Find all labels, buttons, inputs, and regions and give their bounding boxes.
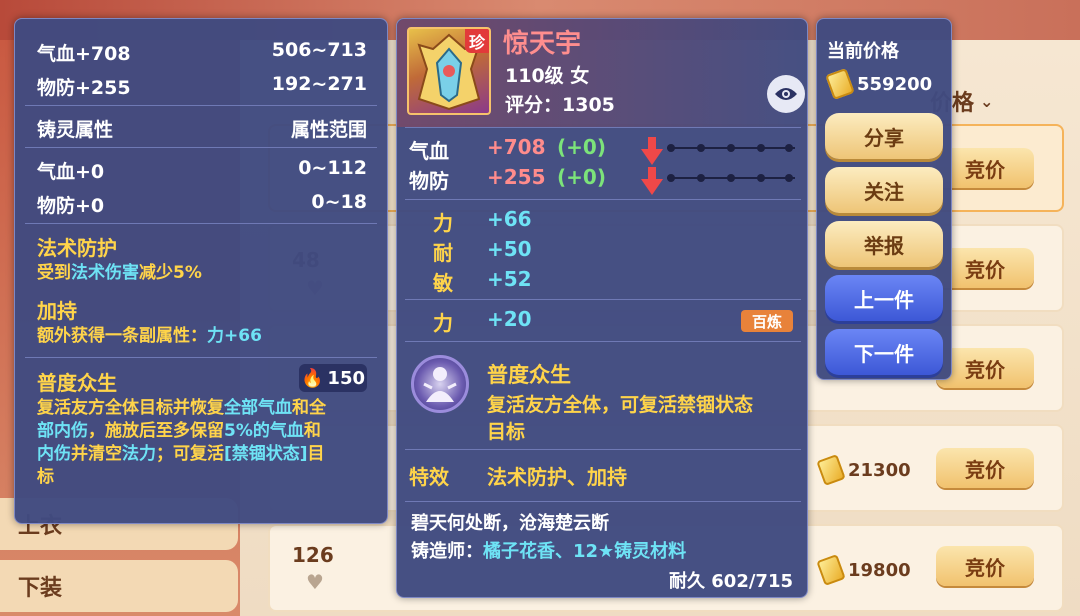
divider (25, 105, 377, 106)
item-name: 惊天宇 (503, 29, 582, 59)
stat-slider[interactable] (667, 144, 795, 152)
action-panel: 当前价格 559200 分享 关注 举报 上一件 下一件 (816, 18, 952, 380)
listing-price: 19800 (816, 550, 930, 590)
share-button[interactable]: 分享 (825, 113, 943, 159)
eye-icon[interactable] (767, 75, 805, 113)
skill-cost-badge: 🔥 150 (299, 364, 367, 392)
skill-desc: 目标 (487, 421, 526, 443)
effect-desc: 额外获得一条副属性：力+66 (37, 326, 262, 346)
divider (405, 199, 801, 200)
bid-button[interactable]: 竞价 (936, 546, 1034, 586)
divider (25, 223, 377, 224)
next-item-button[interactable]: 下一件 (825, 329, 943, 375)
special-label: 特效 (409, 465, 449, 489)
extra-attr-label: 力 (433, 311, 453, 335)
listing-price: 21300 (816, 450, 930, 490)
gold-coin-icon (816, 554, 846, 586)
item-level: 110级 女 (505, 65, 590, 87)
skill-desc: 复活友方全体，可复活禁锢状态 (487, 394, 754, 416)
report-button[interactable]: 举报 (825, 221, 943, 267)
effect-title: 加持 (37, 299, 77, 323)
rare-tag: 珍 (465, 29, 489, 53)
category-item-bottom[interactable]: 下装 (0, 560, 238, 612)
price-label: 当前价格 (827, 41, 899, 62)
arrow-down-icon (641, 167, 663, 195)
fire-icon: 🔥 (301, 367, 324, 389)
price-sort-header[interactable]: 价格 ⌄ (930, 82, 1080, 120)
special-value: 法术防护、加持 (487, 465, 627, 489)
base-attr-row: 物防+255 192~271 (37, 73, 367, 99)
stat-slider[interactable] (667, 174, 795, 182)
skill-name: 普度众生 (487, 363, 571, 387)
divider (25, 357, 377, 358)
divider (405, 449, 801, 450)
bid-button[interactable]: 竞价 (936, 448, 1034, 488)
extra-attr-value: +20 (487, 307, 532, 331)
stat-delta: (+0) (557, 135, 606, 159)
divider (405, 341, 801, 342)
effect-desc: 受到法术伤害减少5% (37, 263, 202, 283)
sub-attr-label: 力 (433, 211, 453, 235)
bailian-badge: 百炼 (741, 310, 793, 332)
item-score: 评分：1305 (505, 94, 615, 116)
prev-item-button[interactable]: 上一件 (825, 275, 943, 321)
follow-button[interactable]: 关注 (825, 167, 943, 213)
gold-coin-icon (825, 68, 855, 100)
sub-attr-value: +52 (487, 267, 532, 291)
stat-label: 物防 (409, 169, 449, 193)
sub-attr-label: 耐 (433, 241, 453, 265)
arrow-down-icon (641, 137, 663, 165)
divider (25, 147, 377, 148)
chevron-down-icon: ⌄ (980, 91, 994, 111)
price-value-row: 559200 (825, 68, 932, 100)
item-poem: 碧天何处断，沧海楚云断 (411, 513, 609, 534)
sub-attr-value: +50 (487, 237, 532, 261)
maker-line: 铸造师：橘子花香、12★铸灵材料 (411, 541, 687, 562)
effect-title: 法术防护 (37, 236, 117, 260)
skill-title: 普度众生 (37, 371, 117, 395)
gold-coin-icon (816, 454, 846, 486)
category-label: 下装 (18, 576, 63, 601)
item-detail-panel: 珍 惊天宇 110级 女 评分：1305 气血 +708 (+0) 物防 +25… (396, 18, 809, 598)
stat-label: 气血 (409, 139, 449, 163)
stat-delta: (+0) (557, 165, 606, 189)
heart-icon[interactable]: ♥ (306, 570, 324, 594)
zhuling-attr-row: 气血+0 0~112 (37, 157, 367, 183)
zhuling-attr-row: 物防+0 0~18 (37, 191, 367, 217)
divider (405, 501, 801, 502)
skill-icon[interactable] (411, 355, 469, 413)
item-portrait[interactable]: 珍 (407, 27, 491, 115)
listing-count: 126 (292, 543, 334, 567)
zhuling-header: 铸灵属性 属性范围 (37, 119, 367, 141)
stat-value: +255 (487, 165, 546, 189)
durability: 耐久 602/715 (669, 571, 793, 592)
buddha-icon (423, 367, 457, 402)
sub-attr-value: +66 (487, 207, 532, 231)
divider (405, 299, 801, 300)
divider (405, 127, 801, 128)
attribute-detail-panel: 气血+708 506~713 物防+255 192~271 铸灵属性 属性范围 … (14, 18, 388, 524)
stat-value: +708 (487, 135, 546, 159)
sub-attr-label: 敏 (433, 271, 453, 295)
base-attr-row: 气血+708 506~713 (37, 39, 367, 65)
skill-desc: 复活友方全体目标并恢复全部气血和全 部内伤，施放后至多保留5%的气血和 内伤并清… (37, 398, 326, 487)
